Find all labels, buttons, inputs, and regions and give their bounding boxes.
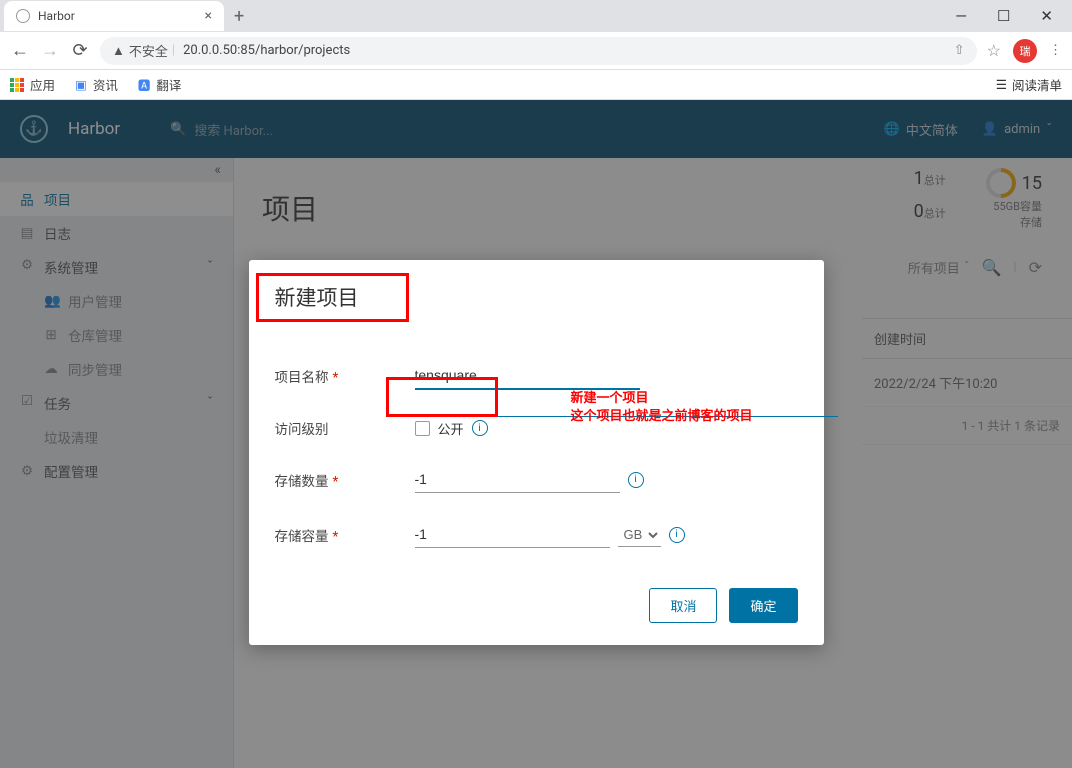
info-icon[interactable]: i bbox=[472, 420, 488, 436]
url-bar[interactable]: ▲ 不安全 | 20.0.0.50:85/harbor/projects ⇧ bbox=[100, 37, 977, 65]
confirm-button[interactable]: 确定 bbox=[729, 588, 797, 623]
row-project-name: 项目名称* bbox=[275, 362, 798, 390]
annotation-box-title bbox=[256, 273, 409, 322]
label-access: 访问级别 bbox=[275, 418, 415, 438]
browser-tab[interactable]: Harbor × bbox=[4, 1, 224, 31]
new-tab-button[interactable]: + bbox=[234, 6, 244, 27]
info-icon[interactable]: i bbox=[628, 472, 644, 488]
tab-favicon bbox=[16, 9, 30, 23]
url-text: 20.0.0.50:85/harbor/projects bbox=[183, 43, 350, 58]
bookmark-translate[interactable]: 🅰 翻译 bbox=[138, 75, 182, 94]
translate-icon: 🅰 bbox=[138, 75, 151, 94]
reload-button[interactable]: ⟳ bbox=[70, 40, 90, 61]
bookmark-news[interactable]: ▣ 资讯 bbox=[75, 75, 118, 94]
annotation-box-input bbox=[386, 377, 498, 417]
browser-tab-bar: Harbor × + — ☐ ✕ bbox=[0, 0, 1072, 32]
share-icon[interactable]: ⇧ bbox=[954, 43, 965, 58]
modal-overlay: 新建项目 项目名称* 访问级别 公开 i 存储数量* bbox=[0, 100, 1072, 768]
storage-capacity-input[interactable] bbox=[415, 521, 610, 548]
maximize-icon[interactable]: ☐ bbox=[997, 7, 1010, 25]
label-capacity: 存储容量* bbox=[275, 525, 415, 545]
modal-footer: 取消 确定 bbox=[275, 588, 798, 623]
close-window-icon[interactable]: ✕ bbox=[1040, 7, 1053, 25]
capacity-unit-select[interactable]: GB bbox=[618, 523, 661, 547]
tab-title: Harbor bbox=[38, 9, 197, 23]
label-count: 存储数量* bbox=[275, 470, 415, 490]
bookmark-star-icon[interactable]: ☆ bbox=[987, 41, 1001, 60]
browser-nav-bar: ← → ⟳ ▲ 不安全 | 20.0.0.50:85/harbor/projec… bbox=[0, 32, 1072, 70]
reading-list-icon: ☰ bbox=[996, 77, 1007, 93]
cancel-button[interactable]: 取消 bbox=[649, 588, 717, 623]
bookmark-bar: 应用 ▣ 资讯 🅰 翻译 ☰ 阅读清单 bbox=[0, 70, 1072, 100]
apps-button[interactable]: 应用 bbox=[10, 75, 55, 94]
annotation-text: 新建一个项目 这个项目也就是之前博客的项目 bbox=[571, 390, 753, 426]
public-checkbox[interactable] bbox=[415, 421, 430, 436]
security-warning: ▲ 不安全 | bbox=[112, 41, 175, 60]
row-storage-count: 存储数量* i bbox=[275, 466, 798, 493]
row-storage-capacity: 存储容量* GB i bbox=[275, 521, 798, 548]
profile-button[interactable]: 瑞 bbox=[1013, 39, 1037, 63]
minimize-icon[interactable]: — bbox=[955, 7, 967, 25]
info-icon[interactable]: i bbox=[669, 527, 685, 543]
apps-grid-icon bbox=[10, 78, 24, 92]
warning-icon: ▲ bbox=[112, 43, 125, 59]
reading-list-button[interactable]: ☰ 阅读清单 bbox=[996, 75, 1062, 94]
close-icon[interactable]: × bbox=[205, 8, 212, 24]
menu-icon[interactable]: ⋮ bbox=[1049, 43, 1062, 58]
back-button[interactable]: ← bbox=[10, 40, 30, 61]
storage-count-input[interactable] bbox=[415, 466, 620, 493]
window-controls: — ☐ ✕ bbox=[955, 7, 1068, 25]
new-project-modal: 新建项目 项目名称* 访问级别 公开 i 存储数量* bbox=[249, 260, 824, 645]
forward-button[interactable]: → bbox=[40, 40, 60, 61]
news-icon: ▣ bbox=[75, 77, 87, 93]
